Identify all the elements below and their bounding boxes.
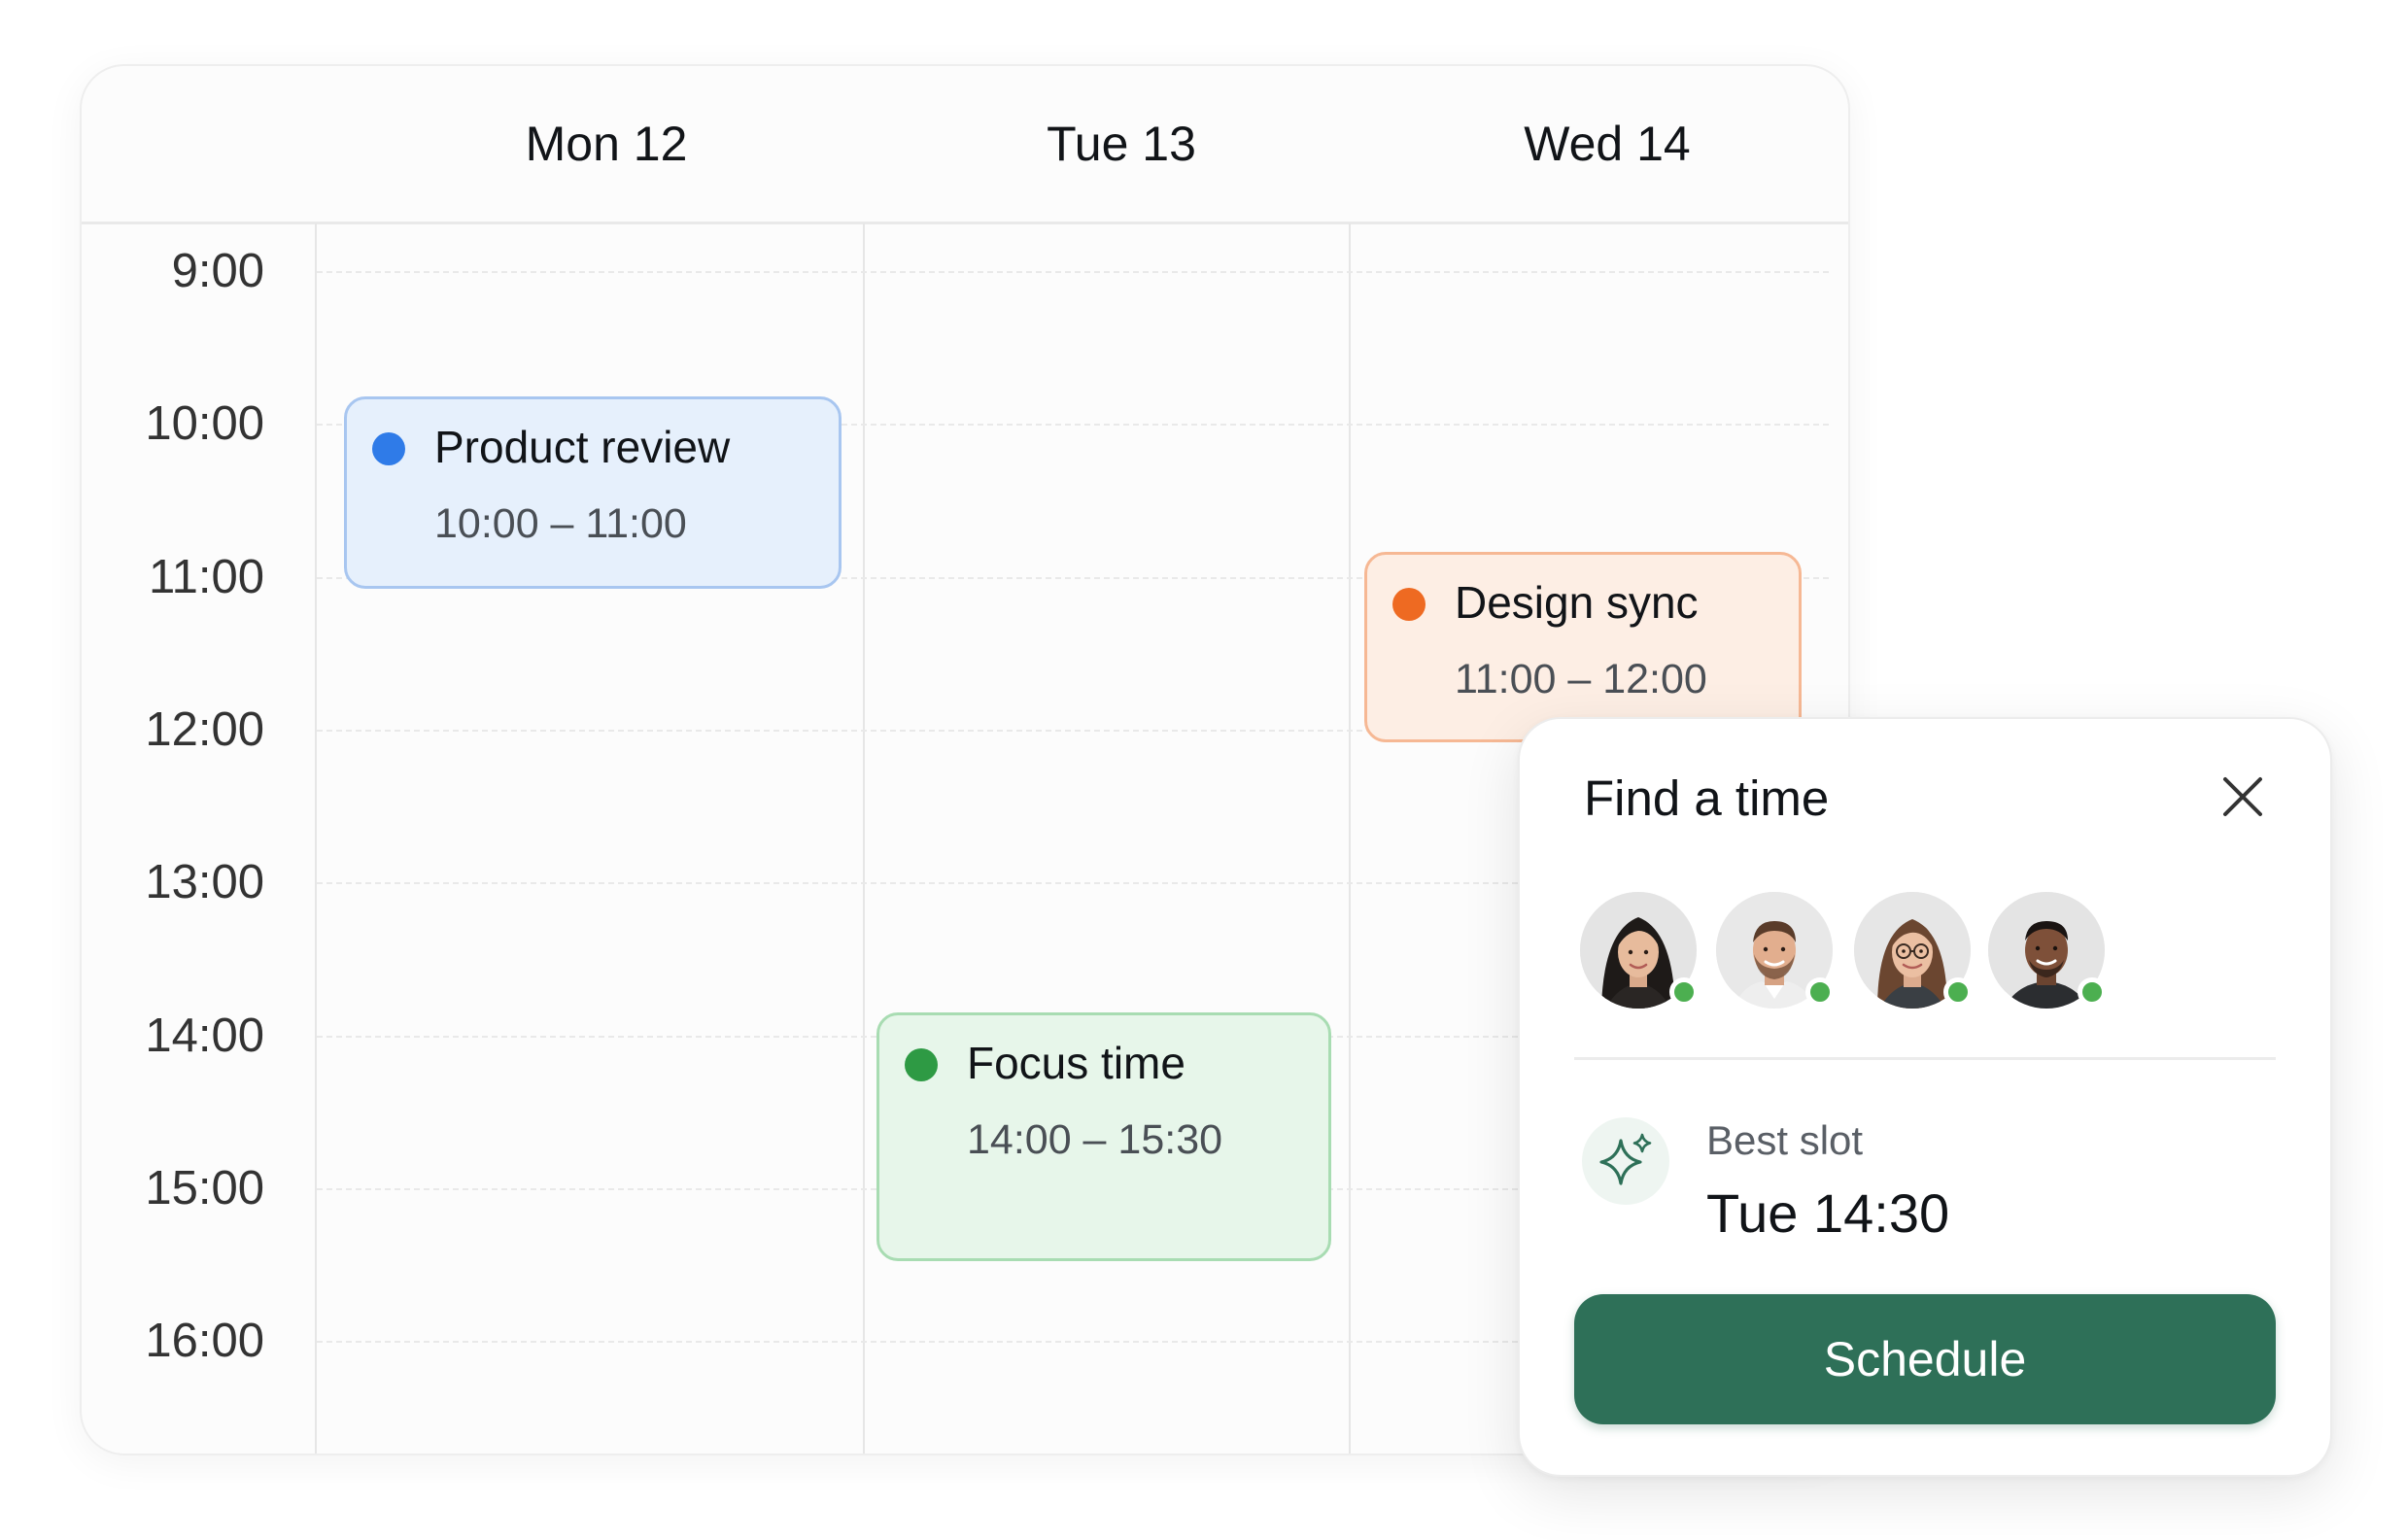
panel-title: Find a time	[1584, 770, 1830, 826]
time-label: 16:00	[145, 1315, 264, 1367]
event-color-dot	[372, 432, 405, 465]
time-label: 13:00	[145, 856, 264, 908]
sparkle-icon-badge	[1582, 1117, 1669, 1205]
column-divider	[863, 223, 865, 1454]
avatar[interactable]	[1716, 892, 1835, 1009]
event-product-review[interactable]: Product review 10:00 – 11:00	[344, 396, 842, 589]
time-label: 14:00	[145, 1010, 264, 1062]
online-status-indicator	[1943, 977, 1973, 1007]
time-label: 12:00	[145, 703, 264, 756]
time-label: 15:00	[145, 1162, 264, 1215]
divider	[1574, 1057, 2276, 1060]
sparkle-icon	[1599, 1133, 1652, 1185]
day-header-mon[interactable]: Mon 12	[334, 66, 878, 222]
close-button[interactable]	[2212, 766, 2274, 828]
event-title: Product review	[434, 422, 731, 472]
time-label: 11:00	[149, 551, 264, 603]
find-a-time-panel: Find a time Best slot Tue 14:30 Schedule	[1518, 717, 2332, 1477]
participant-avatars	[1580, 892, 2124, 1018]
avatar[interactable]	[1854, 892, 1973, 1009]
event-time: 10:00 – 11:00	[434, 500, 687, 547]
event-time: 11:00 – 12:00	[1455, 656, 1707, 702]
time-label: 9:00	[171, 245, 264, 297]
event-time: 14:00 – 15:30	[967, 1116, 1223, 1163]
column-divider	[315, 223, 317, 1454]
day-header-wed[interactable]: Wed 14	[1364, 66, 1848, 222]
event-color-dot	[1392, 588, 1426, 621]
calendar-header: Mon 12 Tue 13 Wed 14	[82, 66, 1848, 224]
best-slot-value: Tue 14:30	[1706, 1182, 1950, 1244]
event-focus-time[interactable]: Focus time 14:00 – 15:30	[876, 1012, 1331, 1261]
event-title: Design sync	[1455, 577, 1699, 628]
time-label: 10:00	[145, 397, 264, 450]
close-icon	[2223, 777, 2262, 816]
online-status-indicator	[1669, 977, 1699, 1007]
schedule-button[interactable]: Schedule	[1574, 1294, 2276, 1424]
avatar[interactable]	[1988, 892, 2107, 1009]
online-status-indicator	[2078, 977, 2107, 1007]
event-design-sync[interactable]: Design sync 11:00 – 12:00	[1364, 552, 1802, 742]
event-title: Focus time	[967, 1038, 1185, 1088]
online-status-indicator	[1805, 977, 1835, 1007]
hour-line	[317, 271, 1829, 273]
event-color-dot	[905, 1048, 938, 1081]
avatar[interactable]	[1580, 892, 1699, 1009]
day-header-tue[interactable]: Tue 13	[878, 66, 1364, 222]
best-slot-label: Best slot	[1706, 1117, 1864, 1163]
column-divider	[1349, 223, 1351, 1454]
